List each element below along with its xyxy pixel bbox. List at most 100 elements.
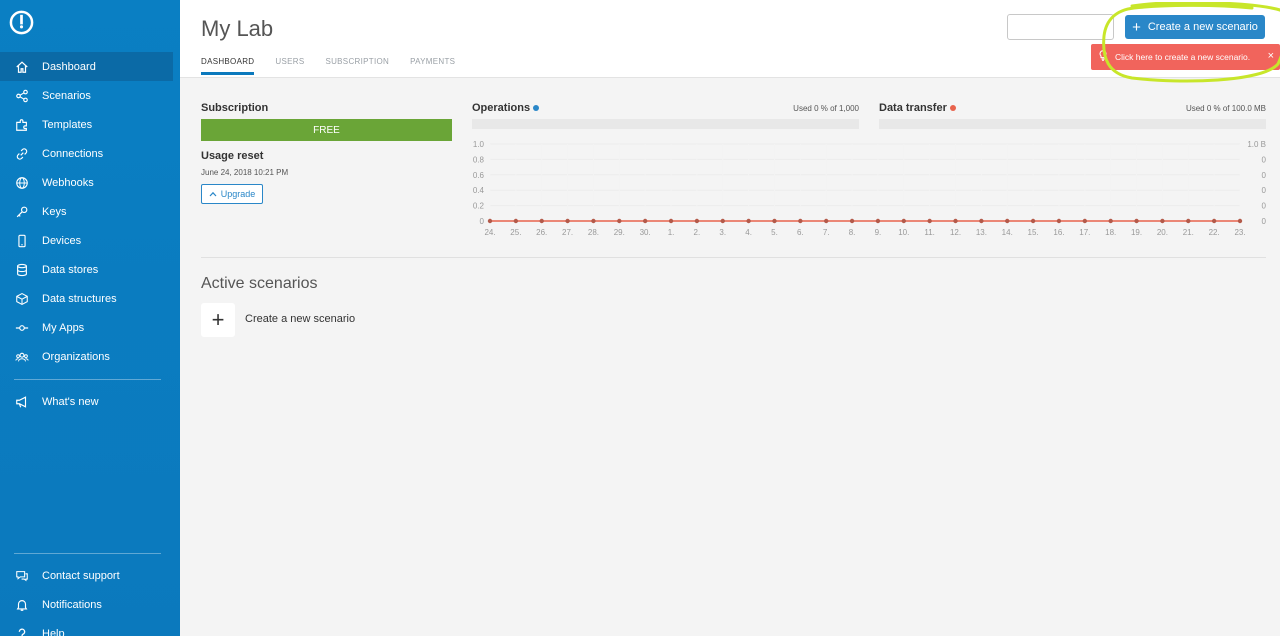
sidebar-divider: [14, 553, 161, 554]
sidebar-item-data-stores[interactable]: Data stores: [0, 255, 180, 284]
sidebar-item-organizations[interactable]: Organizations: [0, 342, 180, 371]
chart-x-tick-label: 18.: [1105, 228, 1116, 237]
chart-point: [1082, 218, 1088, 224]
phone-icon: [14, 233, 29, 248]
puzzle-icon: [14, 117, 29, 132]
sidebar-item-notifications[interactable]: Notifications: [0, 590, 180, 619]
create-scenario-link[interactable]: Create a new scenario: [245, 313, 355, 325]
chart-point: [1005, 218, 1010, 224]
sidebar-item-label: Keys: [42, 205, 67, 218]
upgrade-label: Upgrade: [220, 189, 256, 199]
chart-y2-tick-label: 0: [1262, 186, 1267, 195]
chevron-up-icon: [209, 189, 217, 199]
chart-point: [1108, 218, 1113, 224]
usage-chart: 1.0 1.0 B 0.8 0 0.6 0 0.4 0 0.2 0 0 0 24. 25. 26. 27. 28…: [473, 140, 1267, 237]
chart-x-tick-label: 23.: [1234, 228, 1245, 237]
chart-x-tick-label: 22.: [1209, 228, 1220, 237]
data-transfer-label: Data transfer: [879, 102, 947, 114]
plan-bar: FREE: [201, 119, 452, 141]
chart-x-tick-label: 28.: [588, 228, 599, 237]
chart-x-tick-label: 3.: [719, 228, 726, 237]
usage-reset-date: June 24, 2018 10:21 PM: [201, 168, 289, 177]
sidebar-item-label: Scenarios: [42, 89, 91, 102]
sidebar-item-contact-support[interactable]: Contact support: [0, 561, 180, 590]
chart-x-tick-label: 16.: [1053, 228, 1064, 237]
chart-x-tick-label: 10.: [898, 228, 909, 237]
sidebar-item-label: Data structures: [42, 292, 117, 305]
chart-point: [1237, 218, 1243, 224]
chart-x-tick-label: 27.: [562, 228, 573, 237]
sidebar-item-scenarios[interactable]: Scenarios: [0, 81, 180, 110]
sidebar-item-label: Webhooks: [42, 176, 94, 189]
chart-x-tick-label: 6.: [797, 228, 804, 237]
sidebar-item-label: Organizations: [42, 350, 110, 363]
tab-bar: DASHBOARD USERS SUBSCRIPTION PAYMENTS: [201, 57, 476, 75]
active-scenarios-title: Active scenarios: [201, 275, 318, 292]
sidebar-item-templates[interactable]: Templates: [0, 110, 180, 139]
sidebar-item-help[interactable]: Help: [0, 619, 180, 636]
subscription-title: Subscription: [201, 102, 269, 114]
search-input[interactable]: [1007, 14, 1114, 40]
data-transfer-dot-icon: [949, 105, 956, 112]
sidebar-item-label: Help: [42, 627, 65, 636]
chart-point: [901, 218, 906, 224]
create-scenario-button[interactable]: + Create a new scenario: [1125, 15, 1265, 39]
sidebar-item-whats-new[interactable]: What's new: [0, 387, 180, 416]
chart-point: [1134, 218, 1139, 224]
chart-point: [617, 218, 622, 224]
chart-x-tick-label: 19.: [1131, 228, 1142, 237]
chart-y-tick-label: 0: [480, 217, 485, 226]
sidebar-divider: [14, 379, 161, 380]
sidebar-item-keys[interactable]: Keys: [0, 197, 180, 226]
megaphone-icon: [14, 394, 29, 409]
chart-x-tick-label: 17.: [1079, 228, 1090, 237]
chart-x-tick-label: 26.: [536, 228, 547, 237]
people-icon: [14, 349, 29, 364]
add-scenario-button[interactable]: +: [201, 303, 235, 337]
chart-x-tick-label: 24.: [484, 228, 495, 237]
tooltip-text: Click here to create a new scenario.: [1115, 52, 1251, 62]
sidebar-item-my-apps[interactable]: My Apps: [0, 313, 180, 342]
make-logo-icon[interactable]: [9, 10, 34, 35]
chart-x-tick-label: 13.: [976, 228, 987, 237]
operations-label: Operations: [472, 102, 531, 114]
sidebar-item-devices[interactable]: Devices: [0, 226, 180, 255]
chart-y2-tick-label: 0: [1262, 155, 1267, 164]
sidebar-item-label: Notifications: [42, 598, 102, 611]
create-scenario-label: Create a new scenario: [1147, 21, 1258, 33]
chart-x-tick-label: 30.: [640, 228, 651, 237]
close-icon[interactable]: ×: [1268, 50, 1274, 62]
data-transfer-used: Used 0 % of 100.0 MB: [1185, 104, 1266, 113]
data-transfer-title: Data transfer: [879, 102, 956, 114]
tab-payments[interactable]: PAYMENTS: [410, 57, 455, 75]
chart-y2-tick-label: 1.0 B: [1247, 140, 1266, 149]
cube-icon: [14, 291, 29, 306]
sidebar-item-data-structures[interactable]: Data structures: [0, 284, 180, 313]
chat-icon: [14, 568, 29, 583]
chart-point: [927, 218, 932, 224]
chart-point: [824, 218, 829, 224]
sidebar-item-webhooks[interactable]: Webhooks: [0, 168, 180, 197]
tab-dashboard[interactable]: DASHBOARD: [201, 57, 255, 75]
chart-y-tick-label: 0.2: [473, 202, 485, 211]
tab-users[interactable]: USERS: [275, 57, 304, 75]
tab-subscription[interactable]: SUBSCRIPTION: [325, 57, 389, 75]
chart-x-tick-label: 11.: [924, 228, 935, 237]
sidebar-item-label: Templates: [42, 118, 93, 131]
chart-point: [979, 218, 984, 224]
sidebar-item-dashboard[interactable]: Dashboard: [0, 52, 173, 81]
chart-x-tick-label: 25.: [510, 228, 521, 237]
chart-x-tick-label: 29.: [614, 228, 625, 237]
data-transfer-progress-bar: [879, 119, 1266, 129]
sidebar-item-label: Contact support: [42, 569, 120, 582]
chart-point: [746, 218, 751, 224]
sidebar-item-label: Data stores: [42, 263, 99, 276]
upgrade-button[interactable]: Upgrade: [201, 184, 263, 204]
chart-x-tick-label: 21.: [1183, 228, 1194, 237]
sidebar-item-connections[interactable]: Connections: [0, 139, 180, 168]
chart-point: [798, 218, 803, 224]
operations-used: Used 0 % of 1,000: [793, 104, 859, 113]
sidebar-item-label: Connections: [42, 147, 104, 160]
chart-point: [565, 218, 570, 224]
chart-y2-tick-label: 0: [1262, 217, 1267, 226]
